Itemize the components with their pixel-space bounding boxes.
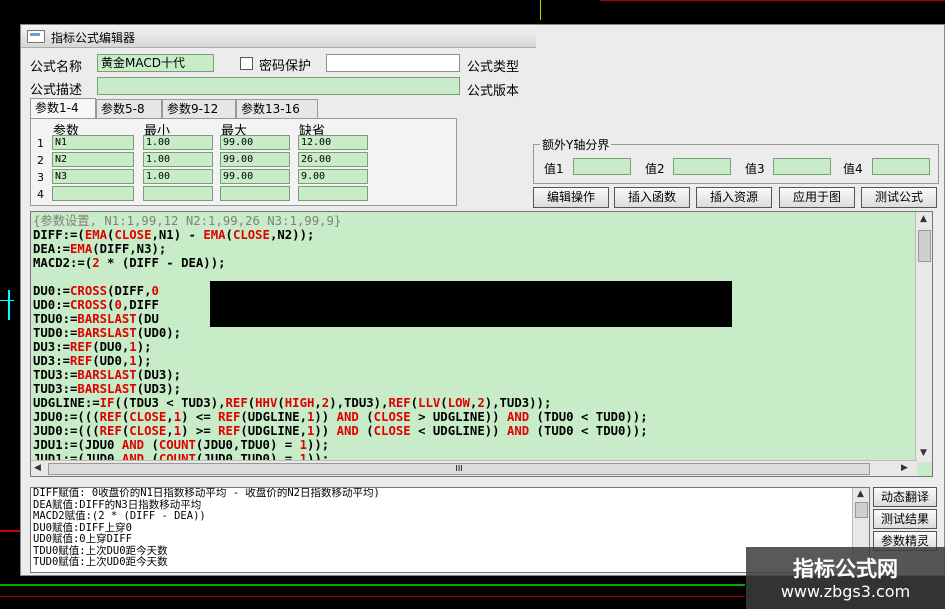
tab-params-5-8[interactable]: 参数5-8	[96, 99, 162, 118]
code-comment: {参数设置, N1:1,99,12 N2:1,99,26 N3:1,99,9}	[33, 214, 342, 228]
param-name-cell[interactable]: N1	[52, 135, 134, 150]
code-line: MACD2:=(2 * (DIFF - DEA));	[33, 256, 226, 270]
insert-function-button[interactable]: 插入函数	[614, 187, 690, 208]
code-line: TUD0:=BARSLAST(UD0);	[33, 326, 182, 340]
param-min-cell[interactable]: 1.00	[143, 135, 213, 150]
param-min-cell[interactable]	[143, 186, 213, 201]
code-hscrollbar[interactable]: ◀ III ▶	[31, 460, 917, 476]
code-line: DEA:=EMA(DIFF,N3);	[33, 242, 167, 256]
param-name-cell[interactable]	[52, 186, 134, 201]
y-value-3-label: 值3	[745, 162, 765, 176]
apply-to-chart-button[interactable]: 应用于图	[779, 187, 855, 208]
param-min-cell[interactable]: 1.00	[143, 169, 213, 184]
code-line: TDU3:=BARSLAST(DU3);	[33, 368, 182, 382]
window-icon	[27, 30, 45, 43]
output-line: TUD0赋值:上次UD0距今天数	[33, 556, 168, 568]
param-min-cell[interactable]: 1.00	[143, 152, 213, 167]
param-name-cell[interactable]: N3	[52, 169, 134, 184]
output-line: DU0赋值:DIFF上穿0	[33, 521, 132, 534]
code-line: TUD3:=BARSLAST(UD3);	[33, 382, 182, 396]
formula-desc-input[interactable]	[97, 77, 460, 95]
output-line: MACD2赋值:(2 * (DIFF - DEA))	[33, 510, 206, 522]
code-line: DU3:=REF(DU0,1);	[33, 340, 152, 354]
formula-name-label: 公式名称	[30, 60, 83, 75]
test-result-button[interactable]: 测试结果	[873, 509, 937, 529]
extra-y-axis-group: 额外Y轴分界 值1 值2 值3 值4	[533, 136, 939, 184]
scroll-up-icon[interactable]: ▲	[920, 214, 927, 224]
code-line: TDU0:=BARSLAST(DU	[33, 312, 159, 326]
hscroll-thumb[interactable]: III	[48, 463, 870, 475]
tab-params-9-12[interactable]: 参数9-12	[162, 99, 236, 118]
redaction-block	[210, 281, 732, 327]
param-default-cell[interactable]: 12.00	[298, 135, 368, 150]
param-grid: 参数 最小 最大 缺省 1 N1 1.00 99.00 12.00 2 N2 1…	[30, 118, 457, 206]
scroll-right-icon[interactable]: ▶	[901, 463, 908, 473]
test-formula-button[interactable]: 测试公式	[861, 187, 937, 208]
row-number: 1	[37, 137, 44, 150]
y-value-2-input[interactable]	[673, 158, 731, 175]
code-vscrollbar[interactable]: ▲ ▼	[915, 212, 932, 462]
chart-line	[0, 596, 745, 597]
chart-line	[0, 584, 745, 586]
title-bar[interactable]: 指标公式编辑器	[21, 25, 536, 48]
tab-params-13-16[interactable]: 参数13-16	[236, 99, 318, 118]
code-editor[interactable]: {参数设置, N1:1,99,12 N2:1,99,26 N3:1,99,9} …	[30, 211, 933, 477]
y-value-3-input[interactable]	[773, 158, 831, 175]
formula-version-label: 公式版本	[467, 84, 520, 99]
watermark-title: 指标公式网	[793, 557, 898, 581]
param-max-cell[interactable]: 99.00	[220, 169, 290, 184]
output-line: UD0赋值:0上穿DIFF	[33, 533, 132, 545]
formula-name-input[interactable]: 黄金MACD十代	[97, 54, 214, 72]
scroll-down-icon[interactable]: ▼	[920, 448, 927, 458]
chart-line	[8, 290, 10, 320]
scroll-thumb[interactable]	[918, 230, 931, 262]
y-value-1-label: 值1	[544, 162, 564, 176]
row-number: 2	[37, 154, 44, 167]
y-value-4-input[interactable]	[872, 158, 930, 175]
output-line: DIFF赋值: 0收盘价的N1日指数移动平均 - 收盘价的N2日指数移动平均)	[33, 487, 380, 499]
param-default-cell[interactable]	[298, 186, 368, 201]
y-value-1-input[interactable]	[573, 158, 631, 175]
password-label: 密码保护	[259, 59, 312, 74]
extra-y-axis-title: 额外Y轴分界	[540, 136, 612, 153]
code-line: DU0:=CROSS(DIFF,0	[33, 284, 159, 298]
y-value-2-label: 值2	[645, 162, 665, 176]
scroll-thumb[interactable]	[855, 502, 868, 518]
code-line: UD3:=REF(UD0,1);	[33, 354, 152, 368]
row-number: 4	[37, 188, 44, 201]
param-max-cell[interactable]: 99.00	[220, 135, 290, 150]
code-line: UDGLINE:=IF((TDU3 < TUD3),REF(HHV(HIGH,2…	[33, 396, 552, 410]
window-title: 指标公式编辑器	[51, 31, 136, 45]
code-line: JDU1:=(JDU0 AND (COUNT(JDU0,TDU0) = 1));	[33, 438, 330, 452]
password-checkbox[interactable]	[240, 57, 253, 70]
y-value-4-label: 值4	[843, 162, 863, 176]
scroll-up-icon[interactable]: ▲	[857, 489, 864, 499]
chart-line	[600, 0, 945, 1]
code-text[interactable]: {参数设置, N1:1,99,12 N2:1,99,26 N3:1,99,9} …	[31, 212, 932, 466]
code-line: JUD0:=(((REF(CLOSE,1) >= REF(UDGLINE,1))…	[33, 424, 648, 438]
insert-resource-button[interactable]: 插入资源	[696, 187, 772, 208]
row-number: 3	[37, 171, 44, 184]
tab-params-1-4[interactable]: 参数1-4	[30, 98, 96, 119]
edit-operation-button[interactable]: 编辑操作	[533, 187, 609, 208]
scroll-left-icon[interactable]: ◀	[34, 463, 41, 473]
code-line: UD0:=CROSS(0,DIFF	[33, 298, 159, 312]
param-default-cell[interactable]: 26.00	[298, 152, 368, 167]
translation-output: DIFF赋值: 0收盘价的N1日指数移动平均 - 收盘价的N2日指数移动平均) …	[30, 487, 870, 573]
dynamic-translate-button[interactable]: 动态翻译	[873, 487, 937, 507]
code-line: JDU0:=(((REF(CLOSE,1) <= REF(UDGLINE,1))…	[33, 410, 648, 424]
formula-desc-label: 公式描述	[30, 83, 83, 98]
code-line: DIFF:=(EMA(CLOSE,N1) - EMA(CLOSE,N2));	[33, 228, 315, 242]
param-name-cell[interactable]: N2	[52, 152, 134, 167]
watermark-url: www.zbgs3.com	[780, 582, 911, 601]
password-input[interactable]	[326, 54, 460, 72]
chart-line	[540, 0, 541, 20]
param-max-cell[interactable]: 99.00	[220, 152, 290, 167]
param-max-cell[interactable]	[220, 186, 290, 201]
formula-type-label: 公式类型	[467, 60, 520, 75]
chart-line	[0, 530, 20, 532]
param-default-cell[interactable]: 9.00	[298, 169, 368, 184]
watermark: 指标公式网 www.zbgs3.com	[746, 547, 945, 609]
chart-line	[0, 300, 14, 301]
